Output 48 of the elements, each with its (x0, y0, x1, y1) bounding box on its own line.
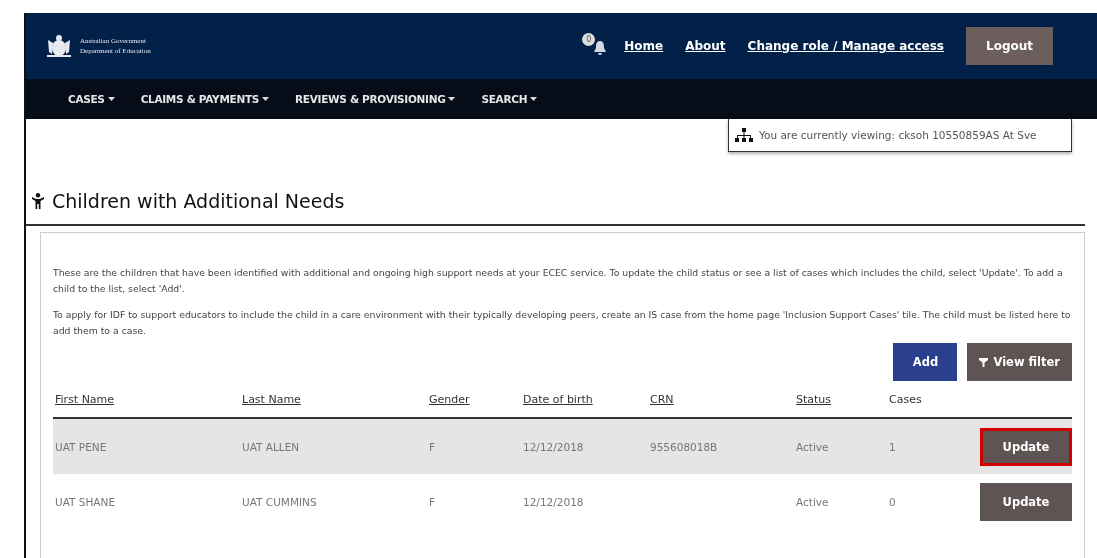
nav-menu-item[interactable]: REVIEWS & PROVISIONING (295, 93, 456, 105)
nav-menu-item[interactable]: SEARCH (481, 93, 538, 105)
header-link[interactable]: Change role / Manage access (747, 39, 944, 53)
page-title: Children with Additional Needs (52, 190, 345, 212)
column-header[interactable]: Last Name (242, 392, 301, 406)
nav-menu-item[interactable]: CASES (68, 93, 115, 105)
table-cell: UAT ALLEN (242, 440, 300, 453)
caret-icon (262, 97, 270, 101)
caret-icon (530, 97, 538, 101)
table-cell: 955608018B (650, 440, 718, 453)
intro-paragraph: These are the children that have been identified with additional and ongoing high support needs at your ECEC service. To update the child status or see a list of cases which includes the child, select 'Update'. To add a child to the list, select 'Add'. (53, 266, 1064, 296)
bell-icon (593, 40, 608, 56)
hierarchy-icon (735, 128, 753, 142)
column-header: Cases (889, 392, 922, 406)
add-button[interactable]: Add (893, 343, 958, 381)
update-button[interactable]: Update (980, 427, 1072, 466)
column-header[interactable]: Gender (429, 392, 470, 406)
coat-of-arms-icon (44, 34, 74, 58)
table-cell: 12/12/2018 (523, 440, 584, 453)
header-link[interactable]: Home (624, 39, 664, 53)
viewing-text: You are currently viewing: cksoh 10550859AS At Sve (759, 129, 1037, 141)
notification-badge: 0 (582, 33, 596, 46)
column-header[interactable]: Date of birth (523, 392, 593, 406)
table-cell: Active (796, 495, 829, 508)
column-header[interactable]: CRN (650, 392, 674, 406)
table-cell: Active (796, 440, 829, 453)
caret-icon (448, 97, 456, 101)
update-button[interactable]: Update (980, 482, 1072, 521)
column-header[interactable]: First Name (55, 392, 115, 406)
table-cell: UAT CUMMINS (242, 495, 317, 508)
filter-icon (979, 357, 989, 367)
view-filter-button[interactable]: View filter (967, 343, 1072, 381)
table-cell: 0 (889, 495, 896, 508)
table-cell: UAT SHANE (55, 495, 116, 508)
nav-menu-item[interactable]: CLAIMS & PAYMENTS (140, 93, 270, 105)
table-row[interactable]: UAT PENE UAT ALLEN F 12/12/2018 955608018B Active 1 Update (53, 419, 1072, 474)
table-cell: UAT PENE (55, 440, 107, 453)
table-cell: 12/12/2018 (523, 495, 584, 508)
column-header[interactable]: Status (796, 392, 832, 406)
table-cell: F (429, 495, 436, 508)
table-row[interactable]: UAT SHANE UAT CUMMINS F 12/12/2018 Active 0 Update (53, 474, 1072, 529)
table-cell: 1 (889, 440, 896, 453)
header-link[interactable]: About (685, 39, 726, 53)
intro-paragraph: To apply for IDF to support educators to include the child in a care environment with their typically developing peers, create an IS case from the home page 'Inclusion Support Cases' tile. The child must be listed here to add them to a case. (53, 308, 1072, 338)
table-cell: F (429, 440, 436, 453)
logout-button[interactable]: Logout (966, 27, 1053, 65)
child-figure-icon (32, 193, 44, 209)
caret-icon (107, 97, 115, 101)
